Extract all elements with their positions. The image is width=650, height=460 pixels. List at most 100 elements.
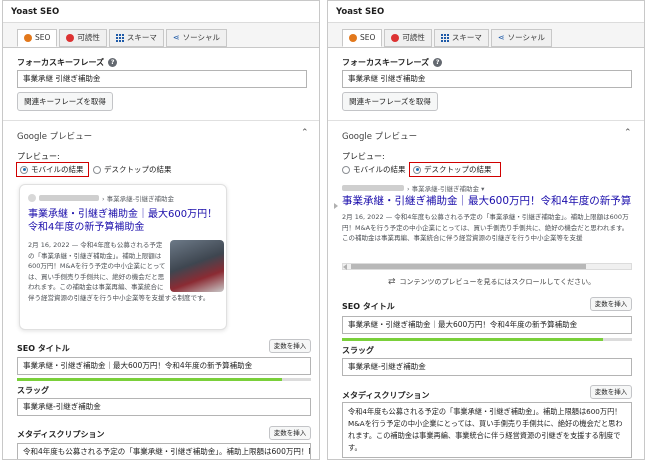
scroll-left-icon[interactable]	[343, 263, 347, 270]
tab-seo[interactable]: SEO	[342, 29, 383, 47]
get-related-keyphrase-button[interactable]: 関連キーフレーズを取得	[342, 92, 438, 111]
desktop-serp: › 事業承継-引継ぎ補助金 ▾ 事業承継・引継ぎ補助金｜最大600万円！令和4年…	[342, 183, 632, 263]
orange-dot-icon	[349, 34, 357, 42]
insert-variable-button[interactable]: 変数を挿入	[590, 385, 632, 399]
yoast-panel-desktop: Yoast SEO SEO 可読性 スキーマ ⋖ ソーシャル フォーカスキーフレー…	[327, 0, 645, 460]
tab-readability[interactable]: 可読性	[384, 29, 432, 47]
google-preview-heading[interactable]: Google プレビュー	[17, 130, 92, 142]
divider	[3, 120, 319, 121]
tab-content: フォーカスキーフレーズ? 事業承継 引継ぎ補助金 関連キーフレーズを取得 Goo…	[3, 47, 319, 459]
tab-label: SEO	[35, 33, 51, 42]
scroll-arrows-icon: ⇄	[388, 277, 396, 287]
blurred-domain	[39, 195, 99, 201]
focus-keyphrase-label: フォーカスキーフレーズ?	[342, 57, 443, 68]
tab-schema[interactable]: スキーマ	[433, 29, 489, 47]
radio-label: モバイルの結果	[31, 165, 84, 174]
tab-social[interactable]: ⋖ ソーシャル	[165, 29, 227, 47]
focus-keyphrase-input[interactable]: 事業承継 引継ぎ補助金	[17, 70, 307, 88]
meta-description-label: メタディスクリプション	[342, 391, 430, 400]
mobile-serp-card: › 事業承継-引継ぎ補助金 事業承継・引継ぎ補助金｜最大600万円！令和4年度の…	[19, 184, 227, 330]
serp-url: › 事業承継-引継ぎ補助金 ▾	[342, 183, 484, 193]
focus-keyphrase-input[interactable]: 事業承継 引継ぎ補助金	[342, 70, 632, 88]
grid-icon	[115, 34, 124, 42]
chevron-up-icon[interactable]: ⌃	[624, 128, 632, 138]
mobile-result-radio[interactable]: モバイルの結果	[342, 164, 406, 175]
serp-breadcrumb: › 事業承継-引継ぎ補助金	[102, 195, 175, 203]
scroll-hint-text: コンテンツのプレビューを見るにはスクロールしてください。	[399, 278, 596, 286]
chevron-up-icon[interactable]: ⌃	[301, 128, 309, 138]
insert-variable-button[interactable]: 変数を挿入	[269, 426, 311, 440]
panel-title: Yoast SEO	[328, 1, 644, 23]
seo-title-input[interactable]: 事業承継・引継ぎ補助金｜最大600万円！令和4年度の新予算補助金	[342, 316, 632, 334]
slug-label: スラッグ	[17, 386, 49, 395]
slug-input[interactable]: 事業承継-引継ぎ補助金	[17, 398, 311, 416]
meta-description-input[interactable]: 令和4年度も公募される予定の「事業承継・引継ぎ補助金」。補助上限額は600万円！…	[342, 402, 632, 458]
serp-breadcrumb: › 事業承継-引継ぎ補助金 ▾	[407, 185, 485, 193]
focus-keyphrase-label: フォーカスキーフレーズ?	[17, 57, 118, 68]
serp-thumbnail	[170, 240, 224, 292]
yoast-panel-mobile: Yoast SEO SEO 可読性 スキーマ ⋖ ソーシャル フォーカスキーフレー…	[2, 0, 320, 460]
radio-label: デスクトップの結果	[424, 165, 492, 174]
radio-selected	[413, 165, 421, 174]
divider	[328, 120, 644, 121]
tab-label: スキーマ	[126, 33, 157, 42]
insert-variable-button[interactable]: 変数を挿入	[269, 339, 311, 353]
tab-schema[interactable]: スキーマ	[108, 29, 164, 47]
tab-social[interactable]: ⋖ ソーシャル	[490, 29, 552, 47]
slug-label: スラッグ	[342, 346, 374, 355]
insert-variable-button[interactable]: 変数を挿入	[590, 297, 632, 311]
radio-selected	[20, 165, 28, 174]
tab-label: ソーシャル	[182, 33, 220, 42]
seo-title-input[interactable]: 事業承継・引継ぎ補助金｜最大600万円！令和4年度の新予算補助金	[17, 357, 311, 375]
share-icon: ⋖	[497, 33, 505, 42]
orange-dot-icon	[24, 34, 32, 42]
preview-label: プレビュー:	[342, 152, 385, 161]
radio-label: モバイルの結果	[353, 165, 406, 174]
tab-readability[interactable]: 可読性	[59, 29, 107, 47]
tab-seo[interactable]: SEO	[17, 29, 58, 47]
progress-fill	[342, 338, 603, 341]
serp-url: › 事業承継-引継ぎ補助金	[28, 193, 174, 203]
seo-title-progress	[342, 338, 632, 341]
grid-icon	[440, 34, 449, 42]
share-icon: ⋖	[172, 33, 180, 42]
preview-label: プレビュー:	[17, 152, 60, 161]
help-icon[interactable]: ?	[433, 58, 443, 67]
scrollbar-thumb[interactable]	[351, 264, 586, 269]
meta-description-input[interactable]: 令和4年度も公募される予定の「事業承継・引継ぎ補助金」。補助上限額は600万円！…	[17, 443, 311, 459]
seo-title-label: SEO タイトル	[17, 344, 70, 353]
red-face-icon	[391, 34, 400, 42]
progress-fill	[17, 378, 282, 381]
tab-bar: SEO 可読性 スキーマ ⋖ ソーシャル	[17, 29, 229, 47]
tab-label: 可読性	[402, 33, 425, 42]
scroll-indicator-icon	[334, 203, 338, 209]
seo-title-progress	[17, 378, 311, 381]
radio-unselected	[342, 165, 350, 174]
red-face-icon	[66, 34, 75, 42]
google-preview-heading[interactable]: Google プレビュー	[342, 130, 417, 142]
tab-label: ソーシャル	[507, 33, 545, 42]
scroll-hint: ⇄ コンテンツのプレビューを見るにはスクロールしてください。	[388, 277, 595, 287]
radio-label: デスクトップの結果	[104, 165, 172, 174]
mobile-result-radio[interactable]: モバイルの結果	[16, 162, 89, 177]
favicon-icon	[28, 194, 36, 202]
desktop-result-radio[interactable]: デスクトップの結果	[93, 164, 172, 175]
serp-title: 事業承継・引継ぎ補助金｜最大600万円！令和4年度の新予算	[342, 195, 632, 207]
meta-description-label: メタディスクリプション	[17, 430, 105, 439]
radio-unselected	[93, 165, 101, 174]
help-icon[interactable]: ?	[108, 58, 118, 67]
horizontal-scrollbar[interactable]	[342, 263, 632, 270]
tab-content: フォーカスキーフレーズ? 事業承継 引継ぎ補助金 関連キーフレーズを取得 Goo…	[328, 47, 644, 459]
tab-label: スキーマ	[451, 33, 482, 42]
serp-description: 2月 16, 2022 — 令和4年度も公募される予定の「事業承継・引継ぎ補助金…	[28, 240, 224, 303]
serp-description: 2月 16, 2022 — 令和4年度も公募される予定の「事業承継・引継ぎ補助金…	[342, 213, 629, 242]
tab-label: 可読性	[77, 33, 100, 42]
seo-title-label: SEO タイトル	[342, 302, 395, 311]
blurred-domain	[342, 185, 404, 191]
panel-title: Yoast SEO	[3, 1, 319, 23]
tab-bar: SEO 可読性 スキーマ ⋖ ソーシャル	[342, 29, 554, 47]
tab-label: SEO	[360, 33, 376, 42]
slug-input[interactable]: 事業承継-引継ぎ補助金	[342, 358, 632, 376]
desktop-result-radio[interactable]: デスクトップの結果	[409, 162, 501, 177]
get-related-keyphrase-button[interactable]: 関連キーフレーズを取得	[17, 92, 113, 111]
